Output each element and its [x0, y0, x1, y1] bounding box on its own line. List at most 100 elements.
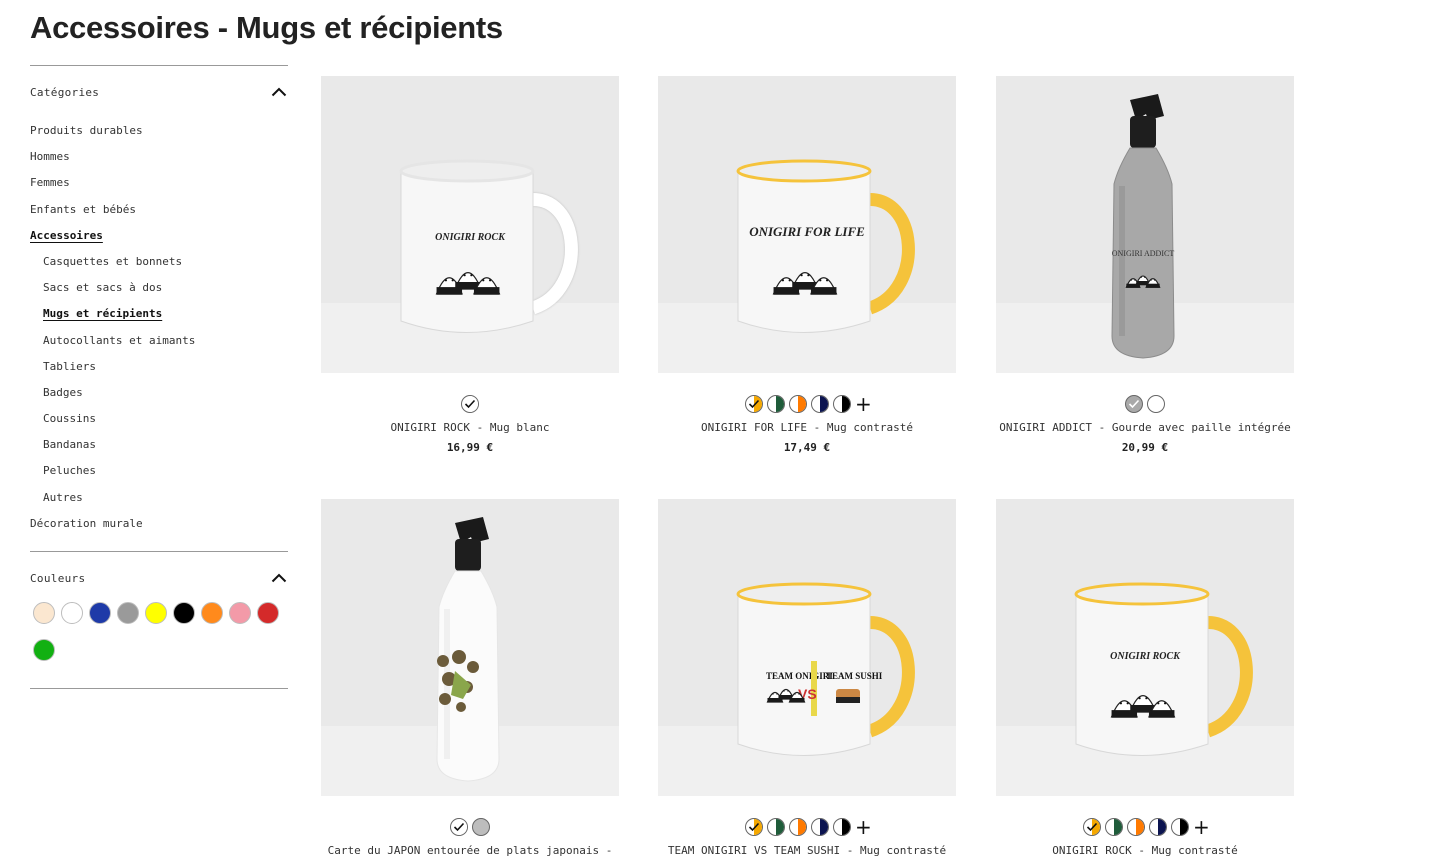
- color-option[interactable]: [833, 818, 851, 836]
- color-option[interactable]: [1149, 818, 1167, 836]
- category-item[interactable]: Autocollants et aimants: [30, 328, 288, 354]
- colors-label: Couleurs: [30, 571, 86, 585]
- product-card[interactable]: ONIGIRI ADDICT ONIGIRI ADDICT - Gourde a…: [996, 76, 1294, 454]
- color-swatch[interactable]: [33, 639, 55, 661]
- color-option[interactable]: [811, 818, 829, 836]
- selected-color-option[interactable]: [1083, 818, 1101, 836]
- product-card[interactable]: TEAM ONIGIRI TEAM SUSHI VS + TEAM ONIGIRI…: [658, 499, 956, 857]
- product-card[interactable]: Carte du JAPON entourée de plats japonai…: [321, 499, 619, 857]
- color-swatch[interactable]: [201, 602, 223, 624]
- category-label: Hommes: [30, 150, 70, 164]
- category-item[interactable]: Femmes: [30, 170, 288, 196]
- category-item[interactable]: Casquettes et bonnets: [30, 249, 288, 275]
- more-colors-plus-icon[interactable]: +: [855, 817, 872, 837]
- product-image[interactable]: [321, 499, 619, 796]
- category-label: Mugs et récipients: [43, 307, 163, 321]
- category-item[interactable]: Enfants et bébés: [30, 197, 288, 223]
- checkmark-icon: [462, 396, 478, 412]
- colors-filter-header[interactable]: Couleurs: [30, 552, 288, 604]
- product-card[interactable]: ONIGIRI ROCK + ONIGIRI ROCK - Mug contras…: [996, 499, 1294, 857]
- product-image[interactable]: ONIGIRI ROCK: [321, 76, 619, 373]
- product-card[interactable]: ONIGIRI FOR LIFE + ONIGIRI FOR LIFE - Mug…: [658, 76, 956, 454]
- color-option[interactable]: [767, 395, 785, 413]
- color-swatch[interactable]: [173, 602, 195, 624]
- product-name[interactable]: ONIGIRI FOR LIFE - Mug contrasté: [658, 421, 956, 434]
- svg-text:ONIGIRI ADDICT: ONIGIRI ADDICT: [1112, 249, 1175, 258]
- color-option[interactable]: [1147, 395, 1165, 413]
- category-label: Sacs et sacs à dos: [43, 281, 163, 295]
- product-color-options: [321, 394, 619, 414]
- color-option[interactable]: [811, 395, 829, 413]
- categories-filter-header[interactable]: Catégories: [30, 66, 288, 118]
- category-label: Badges: [43, 385, 83, 399]
- category-label: Décoration murale: [30, 516, 143, 530]
- product-image[interactable]: ONIGIRI FOR LIFE: [658, 76, 956, 373]
- category-item[interactable]: Décoration murale: [30, 511, 288, 537]
- color-option[interactable]: [472, 818, 490, 836]
- product-price: 17,49 €: [783, 441, 831, 454]
- checkmark-icon: [746, 396, 762, 412]
- product-color-options: +: [658, 817, 956, 837]
- color-option[interactable]: [767, 818, 785, 836]
- selected-color-option[interactable]: [745, 818, 763, 836]
- category-label: Tabliers: [43, 359, 96, 373]
- color-option[interactable]: [789, 818, 807, 836]
- category-label: Autres: [43, 490, 83, 504]
- svg-text:ONIGIRI ROCK: ONIGIRI ROCK: [435, 232, 506, 243]
- product-name[interactable]: ONIGIRI ROCK - Mug contrasté: [996, 844, 1294, 857]
- category-item[interactable]: Coussins: [30, 406, 288, 432]
- category-item[interactable]: Autres: [30, 485, 288, 511]
- svg-text:TEAM SUSHI: TEAM SUSHI: [826, 671, 883, 681]
- selected-color-option[interactable]: [745, 395, 763, 413]
- category-item[interactable]: Sacs et sacs à dos: [30, 275, 288, 301]
- product-illustration: TEAM ONIGIRI TEAM SUSHI VS: [736, 582, 915, 756]
- product-name[interactable]: Carte du JAPON entourée de plats japonai…: [321, 844, 619, 857]
- category-item[interactable]: Hommes: [30, 144, 288, 170]
- checkmark-icon: [451, 819, 467, 835]
- color-swatch[interactable]: [257, 602, 279, 624]
- product-illustration: ONIGIRI ADDICT: [1111, 94, 1175, 359]
- category-label: Peluches: [43, 464, 96, 478]
- selected-color-option[interactable]: [1125, 395, 1143, 413]
- category-item[interactable]: Tabliers: [30, 354, 288, 380]
- chevron-up-icon[interactable]: [270, 569, 288, 587]
- category-list: Produits durables Hommes Femmes Enfants et …: [30, 118, 288, 537]
- category-item[interactable]: Accessoires: [30, 223, 288, 249]
- more-colors-plus-icon[interactable]: +: [1193, 817, 1210, 837]
- svg-text:ONIGIRI ROCK: ONIGIRI ROCK: [1110, 651, 1181, 662]
- selected-color-option[interactable]: [450, 818, 468, 836]
- product-name[interactable]: TEAM ONIGIRI VS TEAM SUSHI - Mug contras…: [658, 844, 956, 857]
- product-price: 20,99 €: [1121, 441, 1169, 454]
- checkmark-icon: [746, 819, 762, 835]
- product-illustration: [436, 517, 500, 782]
- product-name[interactable]: ONIGIRI ROCK - Mug blanc: [321, 421, 619, 434]
- product-image[interactable]: TEAM ONIGIRI TEAM SUSHI VS: [658, 499, 956, 796]
- color-swatch[interactable]: [117, 602, 139, 624]
- color-swatch[interactable]: [33, 602, 55, 624]
- product-image[interactable]: ONIGIRI ROCK: [996, 499, 1294, 796]
- category-item[interactable]: Bandanas: [30, 432, 288, 458]
- category-item[interactable]: Produits durables: [30, 118, 288, 144]
- category-item[interactable]: Peluches: [30, 458, 288, 484]
- product-card[interactable]: ONIGIRI ROCK ONIGIRI ROCK - Mug blanc 16,…: [321, 76, 619, 454]
- product-illustration: ONIGIRI FOR LIFE: [736, 159, 915, 333]
- product-illustration: ONIGIRI ROCK: [399, 159, 578, 333]
- category-item[interactable]: Badges: [30, 380, 288, 406]
- color-option[interactable]: [1171, 818, 1189, 836]
- product-name[interactable]: ONIGIRI ADDICT - Gourde avec paille inté…: [996, 421, 1294, 434]
- color-option[interactable]: [789, 395, 807, 413]
- color-option[interactable]: [833, 395, 851, 413]
- color-swatch[interactable]: [89, 602, 111, 624]
- selected-color-option[interactable]: [461, 395, 479, 413]
- divider: [30, 688, 288, 689]
- color-swatch[interactable]: [61, 602, 83, 624]
- product-image[interactable]: ONIGIRI ADDICT: [996, 76, 1294, 373]
- color-swatch[interactable]: [229, 602, 251, 624]
- page-title: Accessoires - Mugs et récipients: [30, 10, 503, 45]
- category-item[interactable]: Mugs et récipients: [30, 301, 288, 327]
- chevron-up-icon[interactable]: [270, 83, 288, 101]
- more-colors-plus-icon[interactable]: +: [855, 394, 872, 414]
- color-swatch[interactable]: [145, 602, 167, 624]
- color-option[interactable]: [1127, 818, 1145, 836]
- color-option[interactable]: [1105, 818, 1123, 836]
